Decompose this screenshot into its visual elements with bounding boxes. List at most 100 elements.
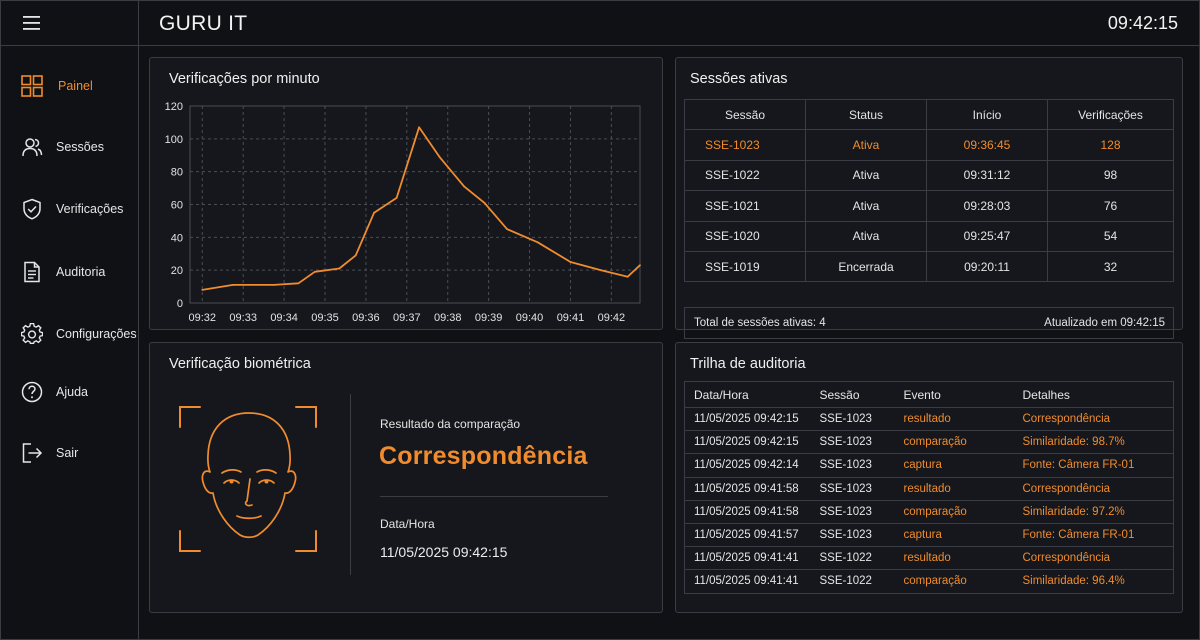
x-tick-label: 09:37 — [393, 312, 421, 324]
sessions-title: Sessões ativas — [690, 71, 788, 87]
x-tick-label: 09:34 — [270, 312, 298, 324]
session-id-cell: SSE-1020 — [684, 220, 806, 252]
datetime-cell: 11/05/2025 09:42:14 — [684, 453, 820, 478]
details-cell: Fonte: Câmera FR-01 — [1022, 523, 1174, 548]
column-header: Evento — [903, 381, 1023, 408]
data-point — [338, 267, 341, 270]
sidebar-item-painel[interactable]: Painel — [0, 66, 139, 106]
y-tick-label: 0 — [177, 298, 183, 310]
biometric-panel: Verificação biométrica Resultado da comp… — [149, 342, 663, 613]
data-point — [569, 261, 572, 263]
session-id-cell: SSE-1023 — [684, 129, 806, 161]
session-cell: SSE-1023 — [819, 523, 904, 548]
top-bar: GURU IT 09:42:15 — [0, 0, 1200, 46]
x-tick-label: 09:39 — [475, 312, 503, 324]
logout-icon — [22, 443, 43, 463]
datetime-cell: 11/05/2025 09:42:15 — [684, 407, 820, 432]
table-row[interactable]: 11/05/2025 09:41:58 SSE-1023 comparação … — [684, 500, 1174, 524]
table-row[interactable]: 11/05/2025 09:41:41 SSE-1022 resultado C… — [684, 546, 1174, 571]
menu-icon — [23, 16, 40, 30]
session-cell: SSE-1022 — [819, 569, 904, 594]
series-line — [202, 126, 641, 291]
table-row[interactable]: 11/05/2025 09:42:15 SSE-1023 comparação … — [684, 430, 1174, 455]
event-cell: comparação — [903, 500, 1023, 524]
count-cell: 32 — [1047, 250, 1174, 283]
data-point — [418, 126, 420, 129]
session-cell: SSE-1023 — [819, 477, 904, 501]
status-cell: Ativa — [805, 159, 927, 192]
x-tick-label: 09:42 — [598, 312, 626, 324]
sidebar-item-label: Sair — [56, 446, 79, 460]
y-tick-label: 80 — [171, 167, 183, 179]
sidebar-item-verificacoes[interactable]: Verificações — [0, 189, 139, 229]
table-row[interactable]: 11/05/2025 09:41:41 SSE-1022 comparação … — [684, 569, 1174, 594]
column-header: Sessão — [819, 381, 904, 408]
last-updated: Atualizado em 09:42:15 — [1044, 317, 1165, 329]
data-point — [463, 185, 465, 188]
datetime-cell: 11/05/2025 09:42:15 — [684, 430, 820, 455]
table-row[interactable]: SSE-1022 Ativa 09:31:12 98 — [684, 159, 1174, 192]
x-tick-label: 09:40 — [516, 312, 544, 324]
details-cell: Correspondência — [1022, 546, 1174, 571]
data-point — [313, 270, 316, 273]
column-header: Detalhes — [1022, 381, 1174, 408]
table-row[interactable]: SSE-1023 Ativa 09:36:45 128 — [684, 129, 1174, 161]
start-cell: 09:25:47 — [926, 220, 1048, 252]
column-header: Data/Hora — [684, 381, 820, 408]
table-row[interactable]: 11/05/2025 09:42:14 SSE-1023 captura Fon… — [684, 453, 1174, 478]
audit-panel: Trilha de auditoria Data/Hora Sessão Eve… — [675, 342, 1183, 613]
sidebar-item-configuracoes[interactable]: Configurações — [0, 314, 139, 354]
vertical-divider — [350, 394, 351, 575]
count-cell: 76 — [1047, 190, 1174, 222]
hamburger-menu-button[interactable] — [0, 0, 139, 46]
x-tick-label: 09:41 — [557, 312, 585, 324]
sidebar: Painel Sessões Verificações Auditoria Co… — [0, 46, 139, 640]
help-icon — [21, 381, 43, 403]
biometric-title: Verificação biométrica — [169, 356, 311, 372]
data-point — [626, 275, 629, 278]
event-cell: captura — [903, 453, 1023, 478]
event-cell: comparação — [903, 430, 1023, 455]
sessions-footer: Total de sessões ativas: 4 Atualizado em… — [684, 307, 1174, 339]
datetime-cell: 11/05/2025 09:41:58 — [684, 477, 820, 501]
x-tick-label: 09:32 — [189, 312, 217, 324]
x-tick-label: 09:33 — [229, 312, 257, 324]
datetime-label: Data/Hora — [380, 517, 435, 531]
event-cell: resultado — [903, 477, 1023, 501]
data-point — [438, 155, 441, 158]
start-cell: 09:36:45 — [926, 129, 1048, 161]
table-row[interactable]: SSE-1020 Ativa 09:25:47 54 — [684, 220, 1174, 252]
table-row[interactable]: SSE-1021 Ativa 09:28:03 76 — [684, 190, 1174, 222]
audit-table: Data/Hora Sessão Evento Detalhes 11/05/2… — [684, 381, 1174, 594]
sidebar-item-sessoes[interactable]: Sessões — [0, 127, 139, 167]
y-tick-label: 120 — [165, 101, 183, 113]
event-cell: resultado — [903, 546, 1023, 571]
datetime-value: 11/05/2025 09:42:15 — [380, 544, 508, 560]
active-sessions-total: Total de sessões ativas: 4 — [694, 317, 826, 329]
audit-title: Trilha de auditoria — [690, 356, 806, 372]
table-row[interactable]: 11/05/2025 09:42:15 SSE-1023 resultado C… — [684, 407, 1174, 432]
event-cell: comparação — [903, 569, 1023, 594]
count-cell: 98 — [1047, 159, 1174, 192]
session-cell: SSE-1023 — [819, 500, 904, 524]
status-cell: Ativa — [805, 129, 927, 161]
count-cell: 128 — [1047, 129, 1174, 161]
table-row[interactable]: SSE-1019 Encerrada 09:20:11 32 — [684, 250, 1174, 283]
sidebar-item-sair[interactable]: Sair — [0, 433, 139, 473]
table-row[interactable]: 11/05/2025 09:41:58 SSE-1023 resultado C… — [684, 477, 1174, 501]
session-id-cell: SSE-1022 — [684, 159, 806, 192]
sidebar-item-ajuda[interactable]: Ajuda — [0, 372, 139, 412]
sidebar-item-auditoria[interactable]: Auditoria — [0, 252, 139, 292]
sessions-panel: Sessões ativas Sessão Status Início Veri… — [675, 57, 1183, 339]
clock: 09:42:15 — [1107, 13, 1178, 33]
data-point — [506, 228, 508, 231]
table-row[interactable]: 11/05/2025 09:41:57 SSE-1023 captura Fon… — [684, 523, 1174, 548]
data-point — [373, 211, 375, 214]
data-point — [354, 254, 357, 257]
line-chart: 0 20 40 60 80 100 120 09:32 09:33 09:34 09:35 09:36… — [165, 101, 641, 324]
session-cell: SSE-1023 — [819, 430, 904, 455]
column-header: Início — [926, 98, 1048, 131]
column-header: Status — [805, 98, 927, 131]
users-icon — [22, 138, 43, 157]
details-cell: Correspondência — [1022, 477, 1174, 501]
